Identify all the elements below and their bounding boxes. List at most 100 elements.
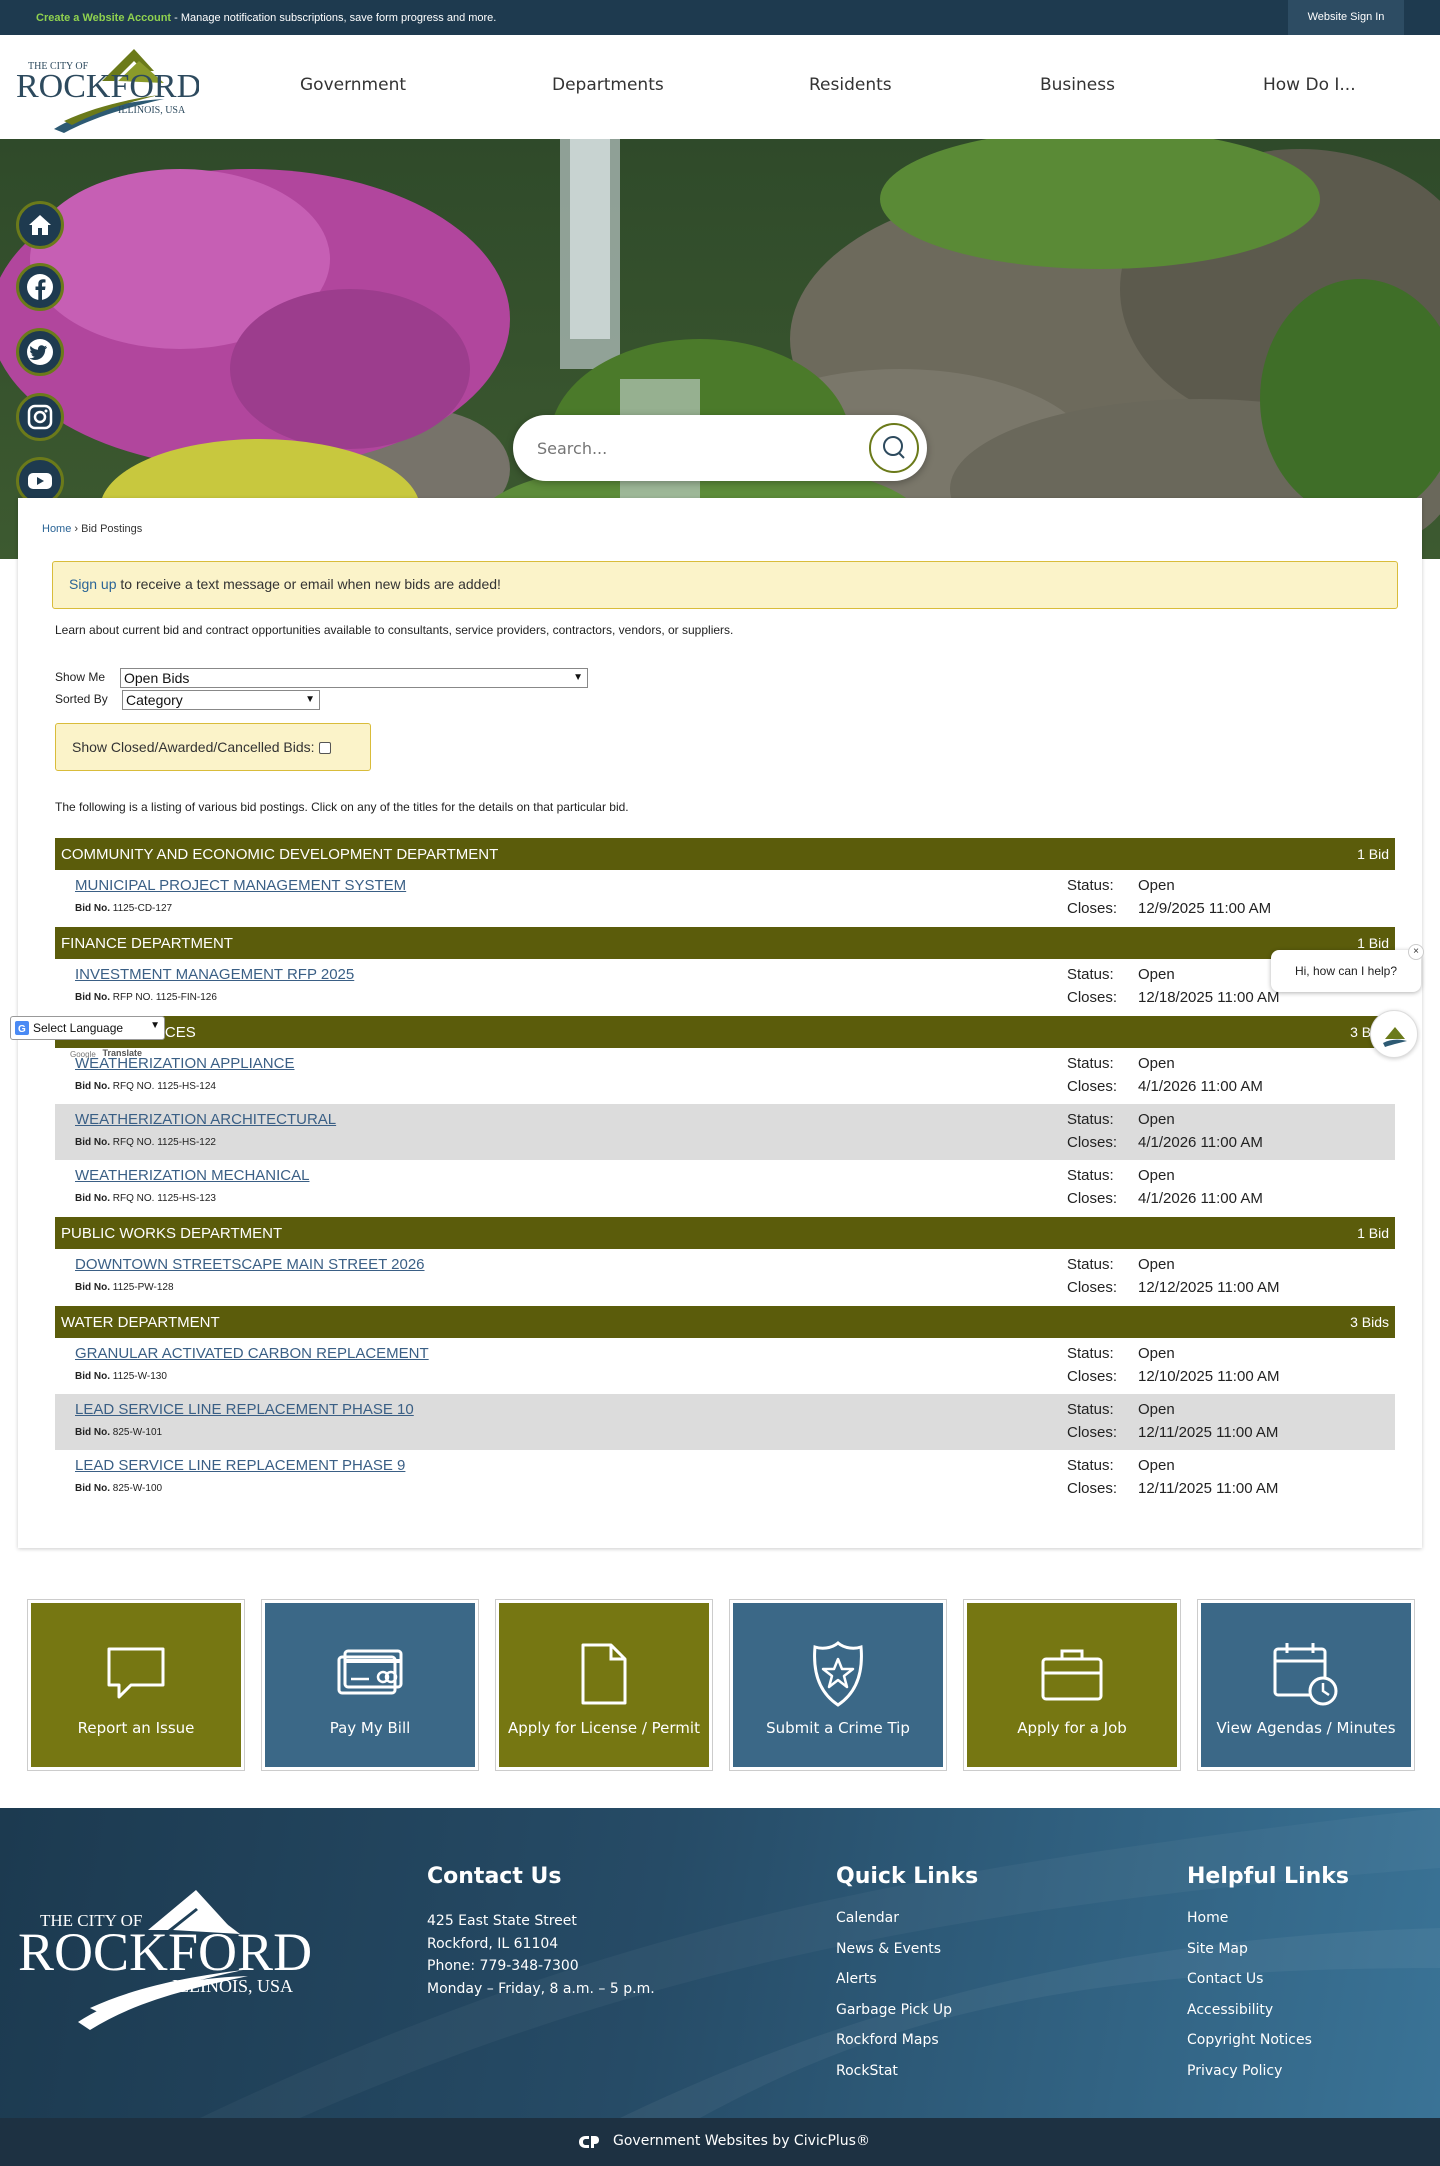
signup-link[interactable]: Sign up <box>69 576 116 592</box>
search-button[interactable] <box>869 423 919 473</box>
department-bid-count: 1 Bid <box>1357 935 1389 951</box>
quick-link-rockford-maps[interactable]: Rockford Maps <box>836 2032 952 2063</box>
garden-waterfall-image <box>0 139 1440 559</box>
sorted-by-select[interactable]: Category ▼ <box>122 690 320 710</box>
bid-title-link[interactable]: DOWNTOWN STREETSCAPE MAIN STREET 2026 <box>75 1256 425 1273</box>
helpful-link-home[interactable]: Home <box>1187 1910 1312 1941</box>
department-header: PUBLIC WORKS DEPARTMENT 1 Bid <box>55 1217 1395 1249</box>
svg-text:ILLINOIS, USA: ILLINOIS, USA <box>172 1976 293 1996</box>
powered-by-google-translate: Google Translate <box>70 1048 142 1059</box>
powered-by-bar: Government Websites by CivicPlus® <box>0 2118 1440 2166</box>
chatbot-logo-icon <box>1383 1027 1407 1047</box>
status-label: Status: <box>1067 1457 1114 1474</box>
bid-title-link[interactable]: LEAD SERVICE LINE REPLACEMENT PHASE 10 <box>75 1401 414 1418</box>
svg-text:ROCKFORD: ROCKFORD <box>16 68 199 105</box>
helpful-link-copyright-notices[interactable]: Copyright Notices <box>1187 2032 1312 2063</box>
listing-note: The following is a listing of various bi… <box>55 800 629 814</box>
tile-apply-for-license-permit[interactable]: Apply for License / Permit <box>495 1599 713 1771</box>
quick-link-alerts[interactable]: Alerts <box>836 1971 952 2002</box>
twitter-icon[interactable] <box>16 328 64 376</box>
tile-label: Apply for a Job <box>1017 1719 1127 1737</box>
tile-submit-a-crime-tip[interactable]: Submit a Crime Tip <box>729 1599 947 1771</box>
briefcase-icon <box>1041 1649 1103 1701</box>
language-select[interactable]: G Select Language ▼ <box>10 1016 165 1040</box>
facebook-icon[interactable] <box>16 263 64 311</box>
close-icon[interactable]: × <box>1408 944 1424 960</box>
bid-title-link[interactable]: MUNICIPAL PROJECT MANAGEMENT SYSTEM <box>75 877 406 894</box>
breadcrumb-current: Bid Postings <box>81 523 143 535</box>
closes-value: 4/1/2026 11:00 AM <box>1138 1134 1263 1151</box>
bid-number-value: 1125-PW-128 <box>112 1282 174 1293</box>
footer-city-logo[interactable]: THE CITY OF ROCKFORD ILLINOIS, USA <box>18 1880 318 2030</box>
closes-label: Closes: <box>1067 1190 1118 1207</box>
helpful-links-list: Home Site Map Contact Us Accessibility C… <box>1187 1910 1312 2093</box>
bid-number-value: RFQ NO. 1125-HS-124 <box>112 1081 216 1092</box>
tile-pay-my-bill[interactable]: Pay My Bill <box>261 1599 479 1771</box>
sorted-by-select-value: Category <box>126 692 183 708</box>
tile-apply-for-a-job[interactable]: Apply for a Job <box>963 1599 1181 1771</box>
powered-by-link[interactable]: Government Websites by CivicPlus® <box>613 2133 870 2149</box>
contact-us-heading: Contact Us <box>427 1864 562 1889</box>
bid-row: LEAD SERVICE LINE REPLACEMENT PHASE 9 Bid… <box>55 1450 1395 1506</box>
nav-residents[interactable]: Residents <box>809 75 892 95</box>
bid-number: Bid No. 1125-PW-128 <box>75 1282 174 1293</box>
closes-value: 4/1/2026 11:00 AM <box>1138 1190 1263 1207</box>
helpful-link-privacy-policy[interactable]: Privacy Policy <box>1187 2063 1312 2094</box>
status-label: Status: <box>1067 966 1114 983</box>
bid-number: Bid No. 1125-CD-127 <box>75 903 172 914</box>
instagram-icon[interactable] <box>16 393 64 441</box>
quick-link-garbage-pick-up[interactable]: Garbage Pick Up <box>836 2002 952 2033</box>
bid-row: MUNICIPAL PROJECT MANAGEMENT SYSTEM Bid N… <box>55 870 1395 926</box>
chevron-down-icon: ▼ <box>305 694 315 705</box>
status-value: Open <box>1138 877 1175 894</box>
closes-value: 12/11/2025 11:00 AM <box>1138 1480 1279 1497</box>
home-icon[interactable] <box>16 201 64 249</box>
tile-view-agendas-minutes[interactable]: View Agendas / Minutes <box>1197 1599 1415 1771</box>
search-input[interactable] <box>537 433 857 463</box>
nav-how-do-i[interactable]: How Do I... <box>1263 75 1356 95</box>
show-closed-box: Show Closed/Awarded/Cancelled Bids: <box>55 723 371 771</box>
svg-text:ROCKFORD: ROCKFORD <box>18 1922 312 1982</box>
helpful-link-site-map[interactable]: Site Map <box>1187 1941 1312 1972</box>
chat-greeting-bubble[interactable]: Hi, how can I help? <box>1271 950 1421 992</box>
nav-departments[interactable]: Departments <box>552 75 664 95</box>
quick-link-news-events[interactable]: News & Events <box>836 1941 952 1972</box>
show-closed-checkbox[interactable] <box>318 742 331 755</box>
hero-banner <box>0 139 1440 559</box>
closes-value: 12/9/2025 11:00 AM <box>1138 900 1272 917</box>
website-sign-in-button[interactable]: Website Sign In <box>1288 0 1404 35</box>
nav-government[interactable]: Government <box>300 75 406 95</box>
tile-report-an-issue[interactable]: Report an Issue <box>27 1599 245 1771</box>
bid-title-link[interactable]: GRANULAR ACTIVATED CARBON REPLACEMENT <box>75 1345 429 1362</box>
bid-number: Bid No. RFQ NO. 1125-HS-122 <box>75 1137 216 1148</box>
nav-business[interactable]: Business <box>1040 75 1115 95</box>
bid-title-link[interactable]: LEAD SERVICE LINE REPLACEMENT PHASE 9 <box>75 1457 405 1474</box>
show-closed-label: Show Closed/Awarded/Cancelled Bids: <box>72 739 315 755</box>
bid-title-link[interactable]: WEATHERIZATION MECHANICAL <box>75 1167 309 1184</box>
status-value: Open <box>1138 1256 1175 1273</box>
tile-label: Apply for License / Permit <box>508 1719 700 1737</box>
helpful-link-contact-us[interactable]: Contact Us <box>1187 1971 1312 2002</box>
closes-value: 12/12/2025 11:00 AM <box>1138 1279 1280 1296</box>
status-value: Open <box>1138 966 1175 983</box>
quick-link-rockstat[interactable]: RockStat <box>836 2063 952 2094</box>
bid-title-link[interactable]: WEATHERIZATION ARCHITECTURAL <box>75 1111 336 1128</box>
tile-label: Submit a Crime Tip <box>766 1719 910 1737</box>
phone: Phone: 779-348-7300 <box>427 1958 579 1974</box>
tile-label: View Agendas / Minutes <box>1216 1719 1396 1737</box>
address-line-2: Rockford, IL 61104 <box>427 1935 559 1952</box>
bid-number: Bid No. 825-W-101 <box>75 1427 162 1438</box>
bid-row: WEATHERIZATION ARCHITECTURAL Bid No. RFQ … <box>55 1104 1395 1160</box>
bid-title-link[interactable]: INVESTMENT MANAGEMENT RFP 2025 <box>75 966 354 983</box>
chatbot-launcher[interactable] <box>1370 1010 1418 1058</box>
status-label: Status: <box>1067 1256 1114 1273</box>
create-account-link[interactable]: Create a Website Account <box>36 12 171 24</box>
svg-text:G: G <box>18 1024 26 1035</box>
svg-text:Google: Google <box>70 1050 96 1058</box>
bid-number-value: 825-W-101 <box>112 1427 163 1438</box>
helpful-link-accessibility[interactable]: Accessibility <box>1187 2002 1312 2033</box>
city-logo[interactable]: THE CITY OF ROCKFORD ILLINOIS, USA <box>14 41 199 133</box>
breadcrumb-home-link[interactable]: Home <box>42 523 71 535</box>
quick-link-calendar[interactable]: Calendar <box>836 1910 952 1941</box>
show-me-select[interactable]: Open Bids ▼ <box>120 668 588 688</box>
